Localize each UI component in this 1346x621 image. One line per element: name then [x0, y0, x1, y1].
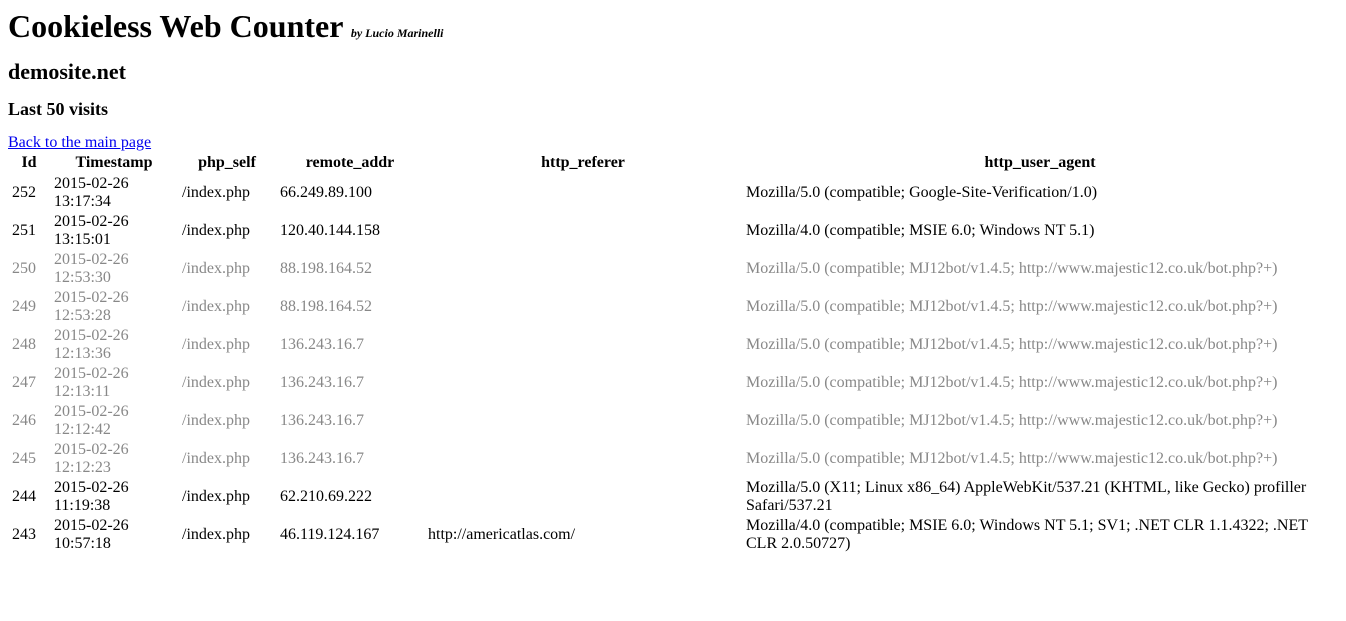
cell-http-referer — [424, 364, 742, 402]
cell-remote-addr: 62.210.69.222 — [276, 478, 424, 516]
subtitle: Last 50 visits — [8, 99, 1338, 120]
col-id: Id — [8, 152, 50, 174]
cell-http-user-agent: Mozilla/4.0 (compatible; MSIE 6.0; Windo… — [742, 212, 1338, 250]
col-timestamp: Timestamp — [50, 152, 178, 174]
table-row: 2442015-02-26 11:19:38/index.php62.210.6… — [8, 478, 1338, 516]
cell-timestamp: 2015-02-26 12:12:42 — [50, 402, 178, 440]
cell-http-user-agent: Mozilla/4.0 (compatible; MSIE 6.0; Windo… — [742, 516, 1338, 554]
cell-http-referer — [424, 288, 742, 326]
cell-http-referer — [424, 212, 742, 250]
header-row: Id Timestamp php_self remote_addr http_r… — [8, 152, 1338, 174]
col-http-referer: http_referer — [424, 152, 742, 174]
cell-http-referer — [424, 174, 742, 212]
cell-http-user-agent: Mozilla/5.0 (X11; Linux x86_64) AppleWeb… — [742, 478, 1338, 516]
table-row: 2452015-02-26 12:12:23/index.php136.243.… — [8, 440, 1338, 478]
cell-timestamp: 2015-02-26 11:19:38 — [50, 478, 178, 516]
cell-remote-addr: 136.243.16.7 — [276, 326, 424, 364]
cell-php-self: /index.php — [178, 250, 276, 288]
cell-http-user-agent: Mozilla/5.0 (compatible; MJ12bot/v1.4.5;… — [742, 364, 1338, 402]
cell-remote-addr: 136.243.16.7 — [276, 364, 424, 402]
cell-timestamp: 2015-02-26 12:13:36 — [50, 326, 178, 364]
page-title: Cookieless Web Counter by Lucio Marinell… — [8, 8, 1338, 45]
table-row: 2502015-02-26 12:53:30/index.php88.198.1… — [8, 250, 1338, 288]
cell-id: 249 — [8, 288, 50, 326]
cell-http-referer — [424, 440, 742, 478]
cell-http-user-agent: Mozilla/5.0 (compatible; MJ12bot/v1.4.5;… — [742, 402, 1338, 440]
cell-php-self: /index.php — [178, 212, 276, 250]
cell-remote-addr: 88.198.164.52 — [276, 250, 424, 288]
cell-remote-addr: 120.40.144.158 — [276, 212, 424, 250]
table-row: 2462015-02-26 12:12:42/index.php136.243.… — [8, 402, 1338, 440]
cell-id: 247 — [8, 364, 50, 402]
col-php-self: php_self — [178, 152, 276, 174]
col-remote-addr: remote_addr — [276, 152, 424, 174]
table-row: 2432015-02-26 10:57:18/index.php46.119.1… — [8, 516, 1338, 554]
table-row: 2472015-02-26 12:13:11/index.php136.243.… — [8, 364, 1338, 402]
cell-id: 251 — [8, 212, 50, 250]
cell-id: 250 — [8, 250, 50, 288]
cell-timestamp: 2015-02-26 13:17:34 — [50, 174, 178, 212]
table-row: 2492015-02-26 12:53:28/index.php88.198.1… — [8, 288, 1338, 326]
cell-id: 252 — [8, 174, 50, 212]
cell-timestamp: 2015-02-26 12:12:23 — [50, 440, 178, 478]
cell-php-self: /index.php — [178, 402, 276, 440]
cell-http-referer: http://americatlas.com/ — [424, 516, 742, 554]
cell-http-user-agent: Mozilla/5.0 (compatible; MJ12bot/v1.4.5;… — [742, 288, 1338, 326]
table-row: 2482015-02-26 12:13:36/index.php136.243.… — [8, 326, 1338, 364]
cell-php-self: /index.php — [178, 478, 276, 516]
cell-timestamp: 2015-02-26 10:57:18 — [50, 516, 178, 554]
cell-http-user-agent: Mozilla/5.0 (compatible; MJ12bot/v1.4.5;… — [742, 250, 1338, 288]
cell-timestamp: 2015-02-26 12:53:30 — [50, 250, 178, 288]
cell-remote-addr: 88.198.164.52 — [276, 288, 424, 326]
cell-timestamp: 2015-02-26 13:15:01 — [50, 212, 178, 250]
cell-remote-addr: 66.249.89.100 — [276, 174, 424, 212]
cell-id: 243 — [8, 516, 50, 554]
cell-http-user-agent: Mozilla/5.0 (compatible; MJ12bot/v1.4.5;… — [742, 440, 1338, 478]
cell-id: 248 — [8, 326, 50, 364]
cell-php-self: /index.php — [178, 174, 276, 212]
back-link[interactable]: Back to the main page — [8, 134, 151, 151]
table-row: 2522015-02-26 13:17:34/index.php66.249.8… — [8, 174, 1338, 212]
cell-php-self: /index.php — [178, 288, 276, 326]
cell-php-self: /index.php — [178, 516, 276, 554]
site-name: demosite.net — [8, 59, 1338, 85]
cell-remote-addr: 136.243.16.7 — [276, 402, 424, 440]
cell-php-self: /index.php — [178, 364, 276, 402]
cell-http-user-agent: Mozilla/5.0 (compatible; Google-Site-Ver… — [742, 174, 1338, 212]
cell-http-referer — [424, 402, 742, 440]
cell-id: 244 — [8, 478, 50, 516]
title-text: Cookieless Web Counter — [8, 8, 343, 44]
cell-http-referer — [424, 326, 742, 364]
cell-timestamp: 2015-02-26 12:13:11 — [50, 364, 178, 402]
cell-http-user-agent: Mozilla/5.0 (compatible; MJ12bot/v1.4.5;… — [742, 326, 1338, 364]
cell-remote-addr: 46.119.124.167 — [276, 516, 424, 554]
cell-http-referer — [424, 250, 742, 288]
table-row: 2512015-02-26 13:15:01/index.php120.40.1… — [8, 212, 1338, 250]
cell-id: 246 — [8, 402, 50, 440]
cell-timestamp: 2015-02-26 12:53:28 — [50, 288, 178, 326]
cell-php-self: /index.php — [178, 326, 276, 364]
cell-php-self: /index.php — [178, 440, 276, 478]
cell-http-referer — [424, 478, 742, 516]
col-user-agent: http_user_agent — [742, 152, 1338, 174]
visits-table: Id Timestamp php_self remote_addr http_r… — [8, 152, 1338, 554]
byline: by Lucio Marinelli — [351, 26, 444, 40]
cell-remote-addr: 136.243.16.7 — [276, 440, 424, 478]
cell-id: 245 — [8, 440, 50, 478]
